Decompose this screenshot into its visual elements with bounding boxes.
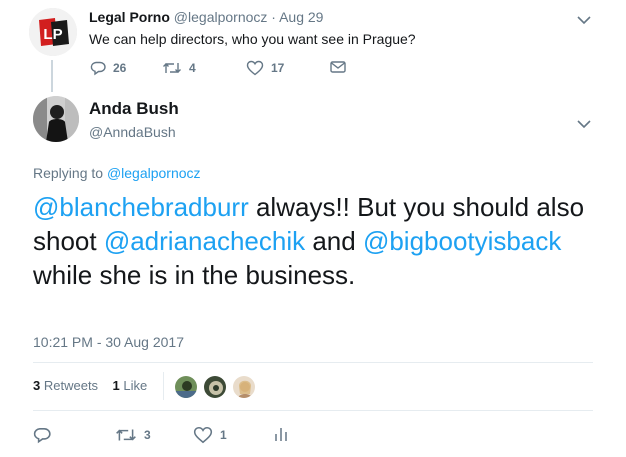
envelope-icon: [330, 61, 346, 73]
author-name[interactable]: Anda Bush: [89, 99, 179, 119]
engagement-stats: 3 Retweets 1 Like: [33, 378, 147, 393]
tweet-menu-chevron-icon[interactable]: [577, 116, 591, 134]
parent-reply-count: 26: [113, 61, 127, 75]
reply-button[interactable]: [33, 426, 58, 444]
parent-avatar-logo-text: LP: [43, 26, 62, 43]
replying-to-label: Replying to: [33, 165, 104, 181]
reply-icon: [90, 61, 106, 76]
liker-avatar[interactable]: [174, 375, 198, 399]
tweet-text-segment: and: [305, 226, 363, 256]
heart-icon: [246, 60, 264, 76]
retweet-count: 3: [144, 428, 151, 442]
retweet-icon: [163, 63, 181, 73]
thread-connector-line: [51, 60, 53, 92]
parent-retweet-button[interactable]: 4: [162, 60, 196, 76]
divider: [33, 362, 593, 363]
retweet-icon: [116, 429, 136, 441]
analytics-icon: [275, 428, 287, 441]
tweet-text-segment: while she is in the business.: [33, 260, 356, 290]
likes-stat[interactable]: 1 Like: [113, 378, 148, 393]
parent-dm-button[interactable]: [330, 60, 346, 74]
stats-divider: [163, 372, 164, 400]
liker-avatar[interactable]: [232, 375, 256, 399]
likes-stat-label: Like: [123, 378, 148, 393]
replying-to-handle-link[interactable]: @legalpornocz: [107, 165, 201, 181]
mention-link[interactable]: @bigbootyisback: [363, 226, 561, 256]
author-handle[interactable]: @AnndaBush: [89, 124, 176, 140]
retweet-button[interactable]: 3: [115, 426, 151, 444]
parent-tweet-text: We can help directors, who you want see …: [89, 31, 416, 47]
like-button[interactable]: 1: [193, 426, 227, 444]
analytics-button[interactable]: [274, 426, 288, 442]
reply-icon: [33, 428, 51, 444]
parent-reply-button[interactable]: 26: [90, 60, 126, 76]
parent-author-handle[interactable]: @legalpornocz: [174, 9, 268, 25]
tweet-text: @blanchebradburr always!! But you should…: [33, 190, 593, 292]
parent-date[interactable]: Aug 29: [279, 9, 323, 25]
parent-author-name[interactable]: Legal Porno: [89, 9, 170, 25]
like-count: 1: [220, 428, 227, 442]
tweet-timestamp[interactable]: 10:21 PM - 30 Aug 2017: [33, 334, 184, 350]
divider: [33, 410, 593, 411]
likes-stat-count: 1: [112, 378, 120, 393]
author-avatar[interactable]: [33, 96, 79, 142]
parent-like-button[interactable]: 17: [246, 60, 284, 76]
parent-date-separator: ·: [271, 9, 276, 25]
parent-retweet-count: 4: [189, 61, 196, 75]
retweets-stat[interactable]: 3 Retweets: [33, 378, 98, 393]
parent-like-count: 17: [271, 61, 285, 75]
mention-link[interactable]: @adrianachechik: [104, 226, 305, 256]
parent-header: Legal Porno @legalpornocz · Aug 29: [89, 9, 323, 25]
retweets-stat-count: 3: [33, 378, 41, 393]
heart-icon: [193, 426, 213, 444]
parent-menu-chevron-icon[interactable]: [577, 12, 591, 30]
mention-link[interactable]: @blanchebradburr: [33, 192, 249, 222]
retweets-stat-label: Retweets: [43, 378, 99, 393]
liker-avatar[interactable]: [203, 375, 227, 399]
parent-avatar[interactable]: LP: [29, 8, 77, 56]
replying-to-line: Replying to @legalpornocz: [33, 165, 201, 181]
